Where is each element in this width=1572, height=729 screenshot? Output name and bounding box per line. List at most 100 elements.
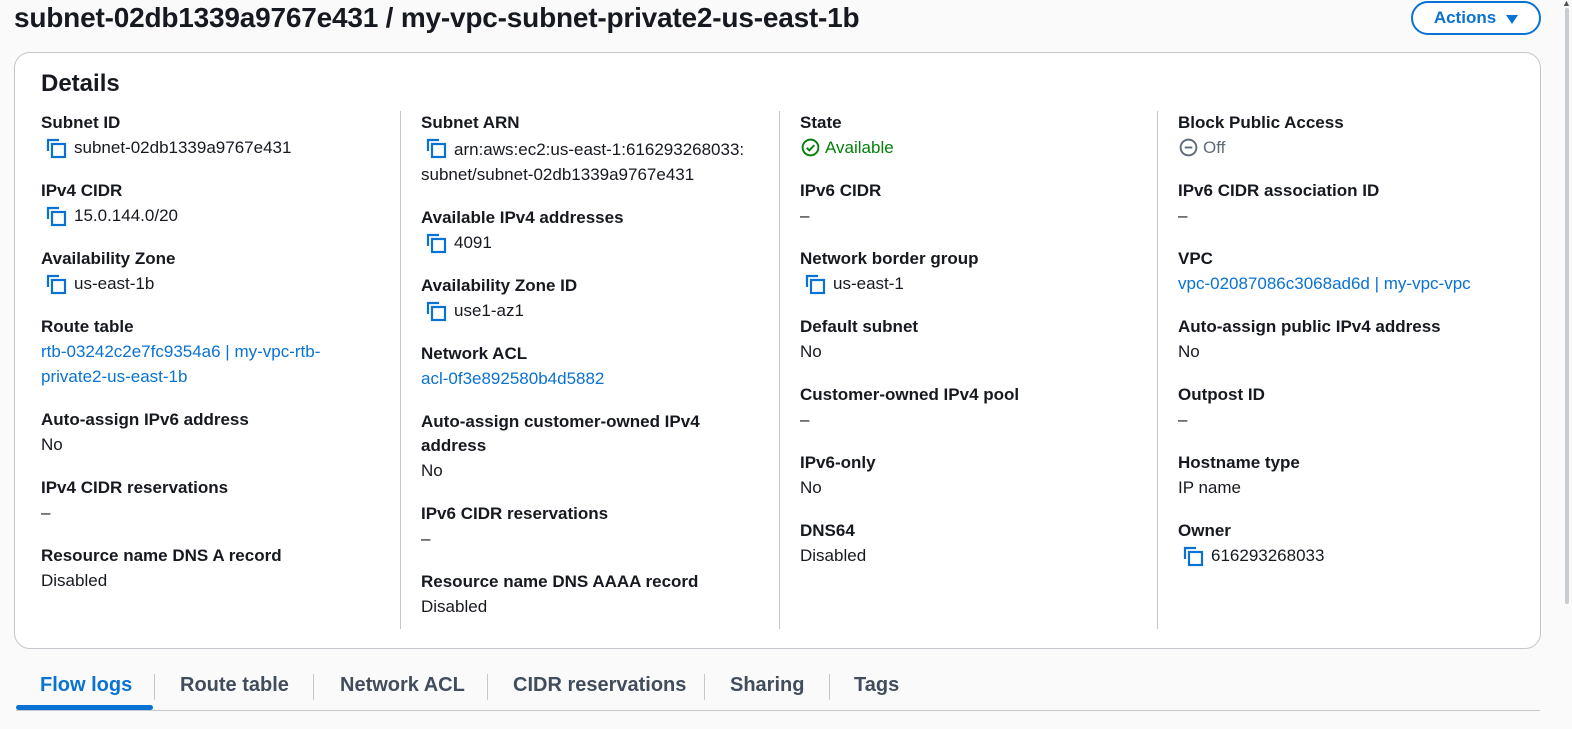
field-block-public-access: Block Public Access Off xyxy=(1178,111,1527,160)
resource-name-dns-a-value: Disabled xyxy=(41,571,108,590)
tab-divider xyxy=(829,674,830,700)
field-label: VPC xyxy=(1178,249,1213,268)
field-resource-name-dns-aaaa: Resource name DNS AAAA record Disabled xyxy=(421,570,779,619)
field-label: IPv6 CIDR association ID xyxy=(1178,181,1380,200)
field-label: Network border group xyxy=(800,249,979,268)
field-auto-assign-customer-owned: Auto-assign customer-owned IPv4 address N… xyxy=(421,410,779,483)
field-network-border-group: Network border group us-east-1 xyxy=(800,247,1157,296)
vpc-link[interactable]: vpc-02087086c3068ad6d | my-vpc-vpc xyxy=(1178,271,1471,296)
auto-assign-ipv6-value: No xyxy=(41,435,63,454)
default-subnet-value: No xyxy=(800,342,822,361)
outpost-id-value: – xyxy=(1178,410,1188,429)
actions-button[interactable]: Actions xyxy=(1411,1,1541,35)
tab-divider xyxy=(154,674,155,700)
state-value: Available xyxy=(825,138,894,157)
details-column-3: State Available IPv6 CIDR – Network bord… xyxy=(779,111,1157,629)
field-default-subnet: Default subnet No xyxy=(800,315,1157,364)
tab-cidr-reservations[interactable]: CIDR reservations xyxy=(513,674,686,697)
field-label: Resource name DNS A record xyxy=(41,546,282,565)
tab-flow-logs[interactable]: Flow logs xyxy=(40,674,132,697)
subnet-arn-value-line2: subnet/subnet-02db1339a9767e431 xyxy=(421,165,695,184)
field-ipv6-cidr-reservations: IPv6 CIDR reservations – xyxy=(421,502,779,551)
tabs-baseline xyxy=(16,710,1540,711)
hostname-type-value: IP name xyxy=(1178,478,1242,497)
tab-tags[interactable]: Tags xyxy=(854,674,899,697)
field-label: DNS64 xyxy=(800,521,855,540)
page-title: subnet-02db1339a9767e431 / my-vpc-subnet… xyxy=(14,2,860,33)
copy-icon[interactable] xyxy=(804,273,826,295)
field-network-acl: Network ACL acl-0f3e892580b4d5882 xyxy=(421,342,779,391)
details-column-2: Subnet ARN arn:aws:ec2:us-east-1:6162932… xyxy=(400,111,779,629)
copy-icon[interactable] xyxy=(1182,545,1204,567)
field-auto-assign-ipv6: Auto-assign IPv6 address No xyxy=(41,408,400,457)
field-owner: Owner 616293268033 xyxy=(1178,519,1527,568)
field-subnet-arn: Subnet ARN arn:aws:ec2:us-east-1:6162932… xyxy=(421,111,779,187)
field-label: Customer-owned IPv4 pool xyxy=(800,385,1020,404)
field-resource-name-dns-a: Resource name DNS A record Disabled xyxy=(41,544,400,593)
ipv6-cidr-association-id-value: – xyxy=(1178,206,1188,225)
auto-assign-customer-owned-value: No xyxy=(421,461,443,480)
tab-bar: Flow logs Route table Network ACL CIDR r… xyxy=(16,662,1556,712)
field-availability-zone: Availability Zone us-east-1b xyxy=(41,247,400,296)
subnet-arn-value-line1: arn:aws:ec2:us-east-1:616293268033: xyxy=(454,140,745,159)
copy-icon[interactable] xyxy=(45,137,67,159)
network-acl-link[interactable]: acl-0f3e892580b4d5882 xyxy=(421,366,604,391)
copy-icon[interactable] xyxy=(425,137,447,159)
field-outpost-id: Outpost ID – xyxy=(1178,383,1527,432)
ipv6-cidr-value: – xyxy=(800,206,810,225)
field-label: Available IPv4 addresses xyxy=(421,208,624,227)
copy-icon[interactable] xyxy=(425,300,447,322)
scroll-up-arrow-icon[interactable]: ▲ xyxy=(1562,0,1571,8)
network-border-group-value: us-east-1 xyxy=(833,274,904,293)
field-auto-assign-public-ipv4: Auto-assign public IPv4 address No xyxy=(1178,315,1527,364)
copy-icon[interactable] xyxy=(45,273,67,295)
scrollbar-thumb[interactable] xyxy=(1565,8,1569,604)
copy-icon[interactable] xyxy=(45,205,67,227)
field-ipv6-only: IPv6-only No xyxy=(800,451,1157,500)
field-label: IPv4 CIDR reservations xyxy=(41,478,229,497)
field-label: Subnet ID xyxy=(41,113,121,132)
field-label: Default subnet xyxy=(800,317,919,336)
field-label: State xyxy=(800,113,842,132)
tab-route-table[interactable]: Route table xyxy=(180,674,289,697)
field-label: Auto-assign public IPv4 address xyxy=(1178,317,1441,336)
field-dns64: DNS64 Disabled xyxy=(800,519,1157,568)
availability-zone-id-value: use1-az1 xyxy=(454,301,524,320)
block-public-access-value: Off xyxy=(1203,138,1226,157)
tab-divider xyxy=(313,674,314,700)
field-label: IPv6 CIDR xyxy=(800,181,882,200)
field-vpc: VPC vpc-02087086c3068ad6d | my-vpc-vpc xyxy=(1178,247,1527,296)
field-label: IPv6-only xyxy=(800,453,876,472)
ipv4-cidr-value: 15.0.144.0/20 xyxy=(74,206,178,225)
copy-icon[interactable] xyxy=(425,232,447,254)
field-label: Route table xyxy=(41,317,134,336)
field-label: Resource name DNS AAAA record xyxy=(421,572,699,591)
field-label: Availability Zone xyxy=(41,249,176,268)
field-route-table: Route table rtb-03242c2e7fc9354a6 | my-v… xyxy=(41,315,400,389)
field-label: Outpost ID xyxy=(1178,385,1265,404)
minus-circle-icon xyxy=(1179,138,1198,157)
ipv4-cidr-reservations-value: – xyxy=(41,503,51,522)
ipv6-only-value: No xyxy=(800,478,822,497)
auto-assign-public-ipv4-value: No xyxy=(1178,342,1200,361)
field-label: IPv4 CIDR xyxy=(41,181,123,200)
subnet-id-value: subnet-02db1339a9767e431 xyxy=(74,138,292,157)
details-heading: Details xyxy=(41,70,120,97)
field-ipv4-cidr: IPv4 CIDR 15.0.144.0/20 xyxy=(41,179,400,228)
tab-network-acl[interactable]: Network ACL xyxy=(340,674,465,697)
field-ipv6-cidr: IPv6 CIDR – xyxy=(800,179,1157,228)
field-label: Subnet ARN xyxy=(421,113,520,132)
actions-button-label: Actions xyxy=(1433,8,1497,27)
caret-down-icon xyxy=(1506,14,1519,24)
customer-owned-pool-value: – xyxy=(800,410,810,429)
details-column-1: Subnet ID subnet-02db1339a9767e431 IPv4 … xyxy=(41,111,400,629)
availability-zone-value: us-east-1b xyxy=(74,274,155,293)
tab-sharing[interactable]: Sharing xyxy=(730,674,804,697)
route-table-link[interactable]: rtb-03242c2e7fc9354a6 | my-vpc-rtb-priva… xyxy=(41,342,320,386)
field-ipv6-cidr-association-id: IPv6 CIDR association ID – xyxy=(1178,179,1527,228)
available-ipv4-value: 4091 xyxy=(454,233,492,252)
field-label: Block Public Access xyxy=(1178,113,1344,132)
field-label: Auto-assign customer-owned IPv4 address xyxy=(421,412,700,455)
details-panel: Details Subnet ID subnet-02db1339a9767e4… xyxy=(14,52,1541,649)
dns64-value: Disabled xyxy=(800,546,867,565)
